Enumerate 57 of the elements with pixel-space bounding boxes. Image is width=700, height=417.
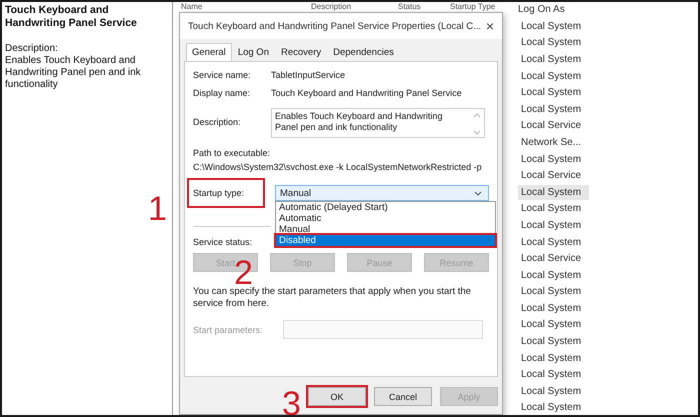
table-cell[interactable]: Local System <box>518 317 589 332</box>
table-cell[interactable]: Local Service <box>518 118 589 134</box>
field-label: Service name: <box>193 70 252 80</box>
table-cell[interactable]: Local System <box>518 284 589 300</box>
step-number: 1 <box>148 192 167 226</box>
service-title: Touch Keyboard and Handwriting Panel Service <box>5 4 138 30</box>
table-cell[interactable]: Local System <box>518 18 589 34</box>
description-label: Description: <box>5 43 59 55</box>
table-cell[interactable]: Local Service <box>518 168 589 184</box>
table-cell[interactable]: Network Se... <box>518 134 589 150</box>
field-label: Startup type: <box>189 180 263 206</box>
table-cell[interactable]: Local System <box>518 102 589 117</box>
path-text: C:\Windows\System32\svchost.exe -k LocalSystemNetworkRestricted -p <box>193 162 483 172</box>
table-cell[interactable]: Local System <box>518 201 589 216</box>
column-header[interactable]: Status <box>398 2 450 11</box>
close-button[interactable]: × <box>486 18 494 34</box>
field-label: Display name: <box>193 88 252 98</box>
description-text: Enables Touch Keyboard and Handwriting Panel pen and ink functionality <box>275 111 444 134</box>
field-value: TabletInputService <box>271 70 346 80</box>
column-header[interactable]: Log On As <box>518 4 565 13</box>
column-header[interactable]: Startup Type <box>450 2 518 11</box>
dialog-button[interactable]: OK <box>308 387 366 406</box>
tab[interactable]: Dependencies <box>327 43 400 61</box>
tab[interactable]: Log On <box>232 43 275 61</box>
tab[interactable]: Recovery <box>274 43 328 61</box>
table-cell[interactable]: Local System <box>518 85 589 100</box>
description-text: Enables Touch Keyboard and Handwriting Panel pen and ink functionality <box>5 55 142 91</box>
table-cell[interactable]: Local System <box>518 218 589 233</box>
column-header[interactable]: Description <box>311 2 398 11</box>
window-title: Touch Keyboard and Handwriting Panel Service Properties (Local C... <box>188 20 482 32</box>
field-label: Path to executable: <box>193 148 272 158</box>
dropdown-option[interactable]: Disabled <box>276 235 495 246</box>
table-cell[interactable]: Local System <box>518 350 589 366</box>
dialog-button[interactable]: Cancel <box>374 387 432 406</box>
table-cell[interactable]: Local System <box>518 52 589 67</box>
dropdown-option[interactable]: Manual <box>276 224 495 235</box>
table-cell[interactable]: Local System <box>518 35 589 50</box>
field-label: Description: <box>193 117 242 127</box>
field-value: Touch Keyboard and Handwriting Panel Service <box>271 88 462 98</box>
caret-icon <box>474 190 482 196</box>
table-cell[interactable]: Local Service <box>518 251 589 266</box>
table-cell[interactable]: Local System <box>518 152 589 167</box>
table-cell[interactable]: Local System <box>518 334 589 350</box>
table-cell[interactable]: Local System <box>518 268 589 283</box>
table-cell[interactable]: Local System <box>518 300 589 316</box>
table-cell[interactable]: Local System <box>518 400 589 415</box>
table-cell[interactable]: Local System <box>518 234 589 250</box>
table-cell[interactable]: Local System <box>518 384 589 399</box>
table-cell[interactable]: Local System <box>518 367 589 382</box>
table-cell[interactable]: Local System <box>518 68 589 84</box>
field-label: Start parameters: <box>193 324 264 334</box>
field-label: Service status: <box>193 237 254 247</box>
dropdown-option[interactable]: Automatic <box>276 213 495 224</box>
dropdown-option[interactable]: Automatic (Delayed Start) <box>276 202 495 213</box>
table-cell[interactable]: Local System <box>518 184 589 200</box>
tab[interactable]: General <box>186 43 232 61</box>
column-header[interactable]: Name <box>173 2 311 11</box>
